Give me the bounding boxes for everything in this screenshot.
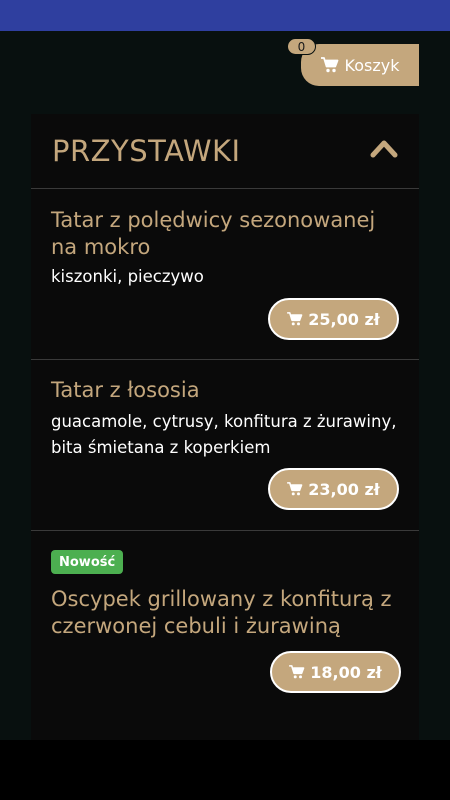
add-to-cart-price-button[interactable]: 18,00 zł	[270, 651, 401, 693]
item-price: 23,00 zł	[308, 479, 380, 499]
section-header[interactable]: PRZYSTAWKI	[31, 114, 419, 189]
item-name: Tatar z łososia	[51, 378, 200, 402]
cart-count-badge: 0	[287, 38, 316, 55]
menu-item: Tatar z polędwicy sezonowanej na mokro k…	[31, 189, 419, 360]
item-name: Tatar z polędwicy sezonowanej na mokro	[51, 208, 376, 259]
menu-item: Nowość Oscypek grillowany z konfiturą z …	[31, 531, 419, 740]
cart-icon	[287, 482, 303, 496]
status-bar	[0, 0, 450, 31]
cart-icon	[289, 665, 305, 679]
item-price: 25,00 zł	[308, 309, 380, 329]
cart-label: Koszyk	[344, 55, 400, 75]
section-title: PRZYSTAWKI	[52, 134, 241, 168]
add-to-cart-price-button[interactable]: 23,00 zł	[268, 468, 399, 510]
item-name: Oscypek grillowany z konfiturą z czerwon…	[51, 587, 392, 638]
cart-button[interactable]: Koszyk	[301, 44, 419, 86]
cart-icon	[320, 57, 339, 73]
item-description: kiszonki, pieczywo	[51, 267, 204, 286]
item-description: guacamole, cytrusy, konfitura z żurawiny…	[51, 412, 397, 457]
add-to-cart-price-button[interactable]: 25,00 zł	[268, 298, 399, 340]
menu-item: Tatar z łososia guacamole, cytrusy, konf…	[31, 360, 419, 531]
item-price: 18,00 zł	[310, 662, 382, 682]
system-navigation-bar	[0, 740, 450, 800]
app-screen: Koszyk 0 PRZYSTAWKI Tatar z polędwicy se…	[0, 31, 450, 740]
cart-icon	[287, 312, 303, 326]
chevron-up-icon[interactable]	[370, 138, 398, 158]
new-badge: Nowość	[51, 550, 124, 574]
menu-section-card: PRZYSTAWKI Tatar z polędwicy sezonowanej…	[31, 114, 419, 740]
